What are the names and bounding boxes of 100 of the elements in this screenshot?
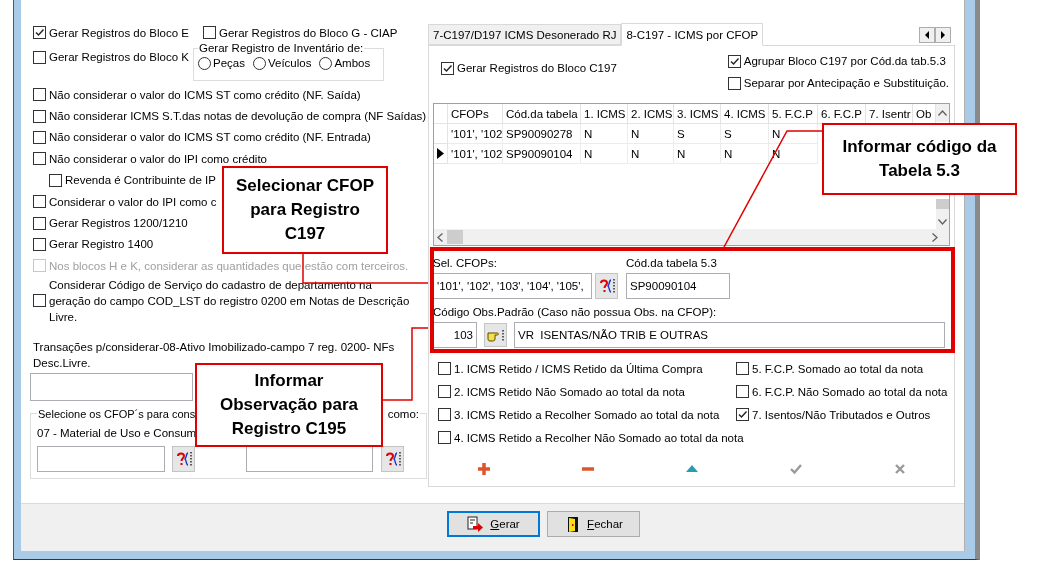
option-label: Gerar Registros do Bloco K [49, 50, 189, 64]
checkbox[interactable] [33, 195, 46, 209]
table-cell: N [721, 144, 769, 164]
input-field[interactable]: '101', '102', '103', '104', '105', [433, 273, 592, 299]
tab[interactable]: 7-C197/D197 ICMS Desonerado RJ [428, 24, 622, 45]
checkbox[interactable] [438, 408, 451, 421]
checkbox[interactable] [727, 54, 741, 68]
option-label: 7. Isentos/Não Tributados e Outros [752, 407, 931, 422]
input-field[interactable]: VR ISENTAS/NÃO TRIB E OUTRAS [514, 322, 945, 348]
column-header[interactable]: 1. ICMS [581, 104, 628, 124]
table-cell: N [628, 124, 674, 144]
checkbox[interactable] [736, 362, 749, 375]
close-icon [894, 462, 906, 476]
tab-scroll-button[interactable] [919, 27, 935, 43]
lookup-button[interactable] [172, 445, 195, 472]
lookup-button[interactable] [484, 323, 507, 347]
table-cell: N [769, 124, 818, 144]
option-label: 1. ICMS Retido / ICMS Retido da Última Compra [454, 361, 703, 376]
field-label: Código Obs.Padrão (Caso não possua Obs. na CFOP): [432, 305, 718, 319]
column-header[interactable]: 4. ICMS [721, 104, 769, 124]
input-field[interactable]: 103 [433, 322, 477, 348]
field-label: Transações p/considerar-08-Ativo Imobilizado-campo 7 reg. 0200- NFs Desc.Livre. [33, 339, 396, 371]
field-label: Sel. CFOPs: [433, 256, 498, 270]
checkbox[interactable] [33, 294, 46, 307]
group-title: como: [387, 406, 419, 421]
column-header[interactable]: 5. F.C.P [769, 104, 818, 124]
check-icon [790, 462, 802, 476]
option-label: 3. ICMS Retido a Recolher Somado ao total da nota [454, 407, 720, 422]
option-label: Gerar Registros do Bloco G - CIAP [219, 25, 398, 40]
tab[interactable]: 8-C197 - ICMS por CFOP [621, 23, 764, 46]
field-label: 07 - Material de Uso e Consum [37, 425, 197, 440]
option-label: Peças [213, 56, 245, 70]
add-button[interactable] [476, 461, 492, 477]
callout-text: Informar Observação para Registro C195 [219, 370, 359, 440]
checkbox[interactable] [33, 216, 46, 230]
option-label: Nos blocos H e K, considerar as quantidades que estão com terceiros. [49, 258, 409, 273]
checkbox[interactable] [33, 26, 46, 39]
option-label: Agrupar Bloco C197 por Cód.da tab.5.3 [743, 54, 946, 68]
checkbox[interactable] [33, 109, 46, 123]
input-field[interactable]: SP90090104 [626, 273, 730, 299]
option-label: 6. F.C.P. Não Somado ao total da nota [752, 384, 948, 399]
option-label: Não considerar ICMS S.T.das notas de devolução de compra (NF Saídas) [49, 109, 427, 124]
column-header[interactable]: Cód.da tabela [503, 104, 581, 124]
header-cell [434, 104, 448, 124]
scrollbar-thumb[interactable] [936, 199, 949, 209]
radio-button[interactable] [319, 56, 333, 70]
checkbox[interactable] [33, 50, 46, 64]
checkbox[interactable] [33, 152, 46, 166]
table-cell: N [581, 124, 628, 144]
vertical-scrollbar[interactable] [936, 199, 949, 229]
horizontal-scrollbar[interactable] [434, 229, 949, 245]
scrollbar-thumb[interactable] [447, 230, 463, 244]
input-field[interactable] [30, 372, 193, 401]
option-label: Gerar Registros do Bloco C197 [457, 61, 617, 75]
checkbox[interactable] [441, 61, 454, 75]
right-arrow-icon [939, 29, 947, 41]
lookup-button[interactable] [595, 273, 618, 299]
table-cell: S [721, 124, 769, 144]
checkbox[interactable] [438, 362, 451, 375]
scroll-up-button[interactable] [936, 104, 949, 122]
checkbox[interactable] [33, 130, 46, 144]
lookup-icon [174, 449, 193, 468]
left-arrow-icon [923, 29, 931, 41]
lookup-icon [383, 449, 402, 468]
option-label: Gerar Registro 1400 [49, 237, 154, 252]
option-label: Não considerar o valor do ICMS ST como crédito (NF. Entrada) [49, 130, 371, 145]
input-field[interactable] [246, 445, 373, 472]
radio-button[interactable] [252, 56, 266, 70]
option-label: 5. F.C.P. Somado ao total da nota [752, 361, 924, 376]
checkbox[interactable] [727, 76, 741, 90]
group-title: Selecione os CFOP´s para cons [38, 406, 196, 421]
checkbox[interactable] [736, 408, 749, 421]
radio-button[interactable] [198, 56, 211, 70]
checkbox[interactable] [438, 431, 451, 444]
option-label: Veículos [267, 56, 312, 70]
dialog-button[interactable]: Gerar [447, 511, 540, 537]
option-label: Considerar o valor do IPI como c [49, 194, 217, 209]
table-cell: SP90090104 [503, 144, 581, 164]
table-cell: '101', '102 [448, 124, 503, 144]
checkbox[interactable] [203, 26, 216, 39]
checkbox[interactable] [33, 88, 46, 102]
checkbox[interactable] [438, 385, 451, 398]
table-cell: '101', '102 [448, 144, 503, 164]
input-field[interactable] [37, 445, 165, 472]
option-label: Gerar Registros 1200/1210 [49, 216, 188, 231]
option-label: 4. ICMS Retido a Recolher Não Somado ao total da nota [454, 430, 744, 445]
option-label: Ambos [334, 56, 371, 70]
option-label: Não considerar o valor do ICMS ST como crédito (NF. Saída) [49, 87, 361, 102]
option-label: 2. ICMS Retido Não Somado ao total da nota [454, 384, 685, 399]
callout-text: Informar código da Tabela 5.3 [841, 136, 998, 182]
column-header[interactable]: CFOPs [448, 104, 503, 124]
tab-scroll-button[interactable] [935, 27, 951, 43]
checkbox[interactable] [49, 173, 62, 187]
column-header[interactable]: 2. ICMS [628, 104, 674, 124]
dialog-button[interactable]: Fechar [547, 511, 640, 537]
checkbox[interactable] [736, 385, 749, 398]
lookup-button[interactable] [381, 445, 404, 472]
checkbox[interactable] [33, 237, 46, 251]
option-label: Não considerar o valor do IPI como crédito [49, 151, 267, 166]
column-header[interactable]: 3. ICMS [674, 104, 721, 124]
